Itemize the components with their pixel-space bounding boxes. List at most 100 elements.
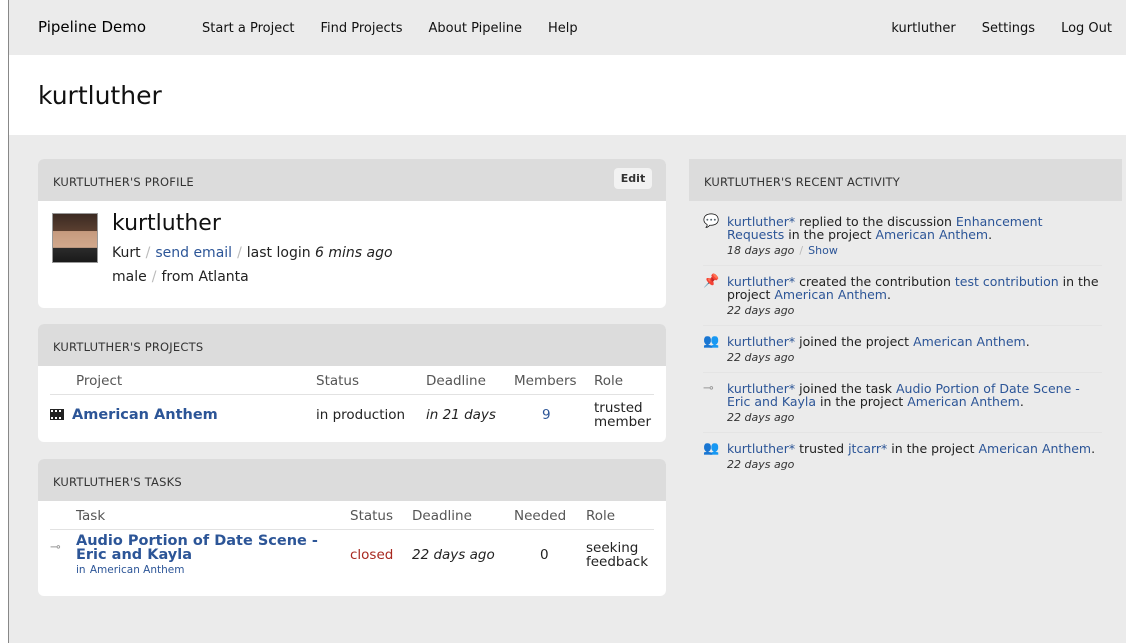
tasks-table-header: Task Status Deadline Needed Role: [50, 507, 654, 530]
top-nav: Pipeline Demo Start a Project Find Proje…: [9, 0, 1126, 55]
profile-location: from Atlanta: [161, 269, 249, 285]
list-item: 📌 kurtluther* created the contribution t…: [703, 275, 1102, 326]
task-deadline: 22 days ago: [412, 547, 495, 564]
col-task-role: Role: [586, 507, 654, 530]
task-icon: ⊸: [50, 539, 61, 555]
projects-table-header: Project Status Deadline Members Role: [50, 372, 654, 395]
activity-text: .: [1091, 441, 1096, 456]
last-login-label: last login: [246, 245, 311, 261]
nav-about[interactable]: About Pipeline: [429, 21, 522, 36]
page-title: kurtluther: [38, 81, 162, 110]
profile-panel-header: KURTLUTHER'S PROFILE Edit: [38, 159, 666, 201]
nav-left: Start a Project Find Projects About Pipe…: [202, 21, 578, 36]
activity-text: in the project: [816, 394, 908, 409]
activity-link-1[interactable]: jtcarr*: [848, 441, 887, 456]
edit-button[interactable]: Edit: [614, 168, 652, 189]
activity-text: .: [988, 227, 993, 242]
activity-when: 18 days ago: [727, 244, 795, 257]
list-item: ⊸ kurtluther* joined the task Audio Port…: [703, 382, 1102, 433]
profile-first-name: Kurt: [112, 245, 141, 261]
activity-when: 22 days ago: [727, 458, 795, 471]
col-task-deadline: Deadline: [412, 507, 514, 530]
activity-link-1[interactable]: test contribution: [955, 274, 1059, 289]
activity-text: trusted: [795, 441, 849, 456]
task-icon: ⊸: [703, 381, 714, 396]
task-link[interactable]: Audio Portion of Date Scene - Eric and Ka…: [76, 533, 318, 563]
projects-header-label: KURTLUTHER'S PROJECTS: [53, 340, 204, 354]
activity-panel-header: KURTLUTHER'S RECENT ACTIVITY: [689, 159, 1122, 201]
projects-panel-header: KURTLUTHER'S PROJECTS: [38, 324, 666, 366]
tasks-panel: KURTLUTHER'S TASKS Task Status Deadline …: [38, 459, 666, 596]
nav-find-projects[interactable]: Find Projects: [320, 21, 402, 36]
project-deadline: in 21 days: [426, 407, 496, 424]
tasks-header-label: KURTLUTHER'S TASKS: [53, 475, 182, 489]
show-link[interactable]: Show: [808, 244, 838, 257]
task-role: seeking feedback: [586, 529, 654, 581]
activity-panel: KURTLUTHER'S RECENT ACTIVITY 💬 kurtluthe…: [689, 159, 1122, 499]
col-project: Project: [50, 372, 316, 395]
list-item: 💬 kurtluther* replied to the discussion …: [703, 215, 1102, 266]
activity-text: .: [1025, 334, 1030, 349]
nav-help[interactable]: Help: [548, 21, 578, 36]
project-status: in production: [316, 407, 406, 424]
people-icon: 👥: [703, 441, 720, 456]
brand-link[interactable]: Pipeline Demo: [38, 18, 146, 36]
profile-header-label: KURTLUTHER'S PROFILE: [53, 175, 194, 189]
people-icon: 👥: [703, 334, 720, 349]
activity-text: in the project: [784, 227, 876, 242]
task-cell: ⊸ Audio Portion of Date Scene - Eric and …: [50, 529, 350, 581]
task-project-link[interactable]: American Anthem: [90, 564, 185, 576]
app-frame: Pipeline Demo Start a Project Find Proje…: [8, 0, 1126, 643]
activity-text: joined the project: [795, 334, 914, 349]
role-line-2: member: [594, 414, 652, 431]
projects-table: Project Status Deadline Members Role Ame…: [50, 372, 654, 436]
tasks-panel-header: KURTLUTHER'S TASKS: [38, 459, 666, 501]
activity-link-2[interactable]: American Anthem: [774, 287, 887, 302]
profile-line-1: Kurt / send email / last login 6 mins ago: [112, 245, 393, 261]
projects-panel: KURTLUTHER'S PROJECTS Project Status Dea…: [38, 324, 666, 442]
activity-text: .: [1019, 394, 1024, 409]
title-bar: kurtluther: [9, 55, 1126, 135]
col-task-status: Status: [350, 507, 412, 530]
activity-when: 22 days ago: [727, 351, 795, 364]
project-link[interactable]: American Anthem: [72, 407, 218, 423]
task-name-line-2: Eric and Kayla: [76, 546, 192, 563]
activity-list: 💬 kurtluther* replied to the discussion …: [703, 215, 1102, 488]
col-members: Members: [514, 372, 594, 395]
col-role: Role: [594, 372, 654, 395]
film-icon: [50, 409, 64, 421]
list-item: 👥 kurtluther* trusted jtcarr* in the pro…: [703, 442, 1102, 479]
members-link[interactable]: 9: [542, 407, 551, 423]
activity-link-2[interactable]: American Anthem: [978, 441, 1091, 456]
col-status: Status: [316, 372, 426, 395]
activity-link-2[interactable]: American Anthem: [875, 227, 988, 242]
activity-user-link[interactable]: kurtluther*: [727, 441, 795, 456]
profile-panel: KURTLUTHER'S PROFILE Edit kurtluther Kur…: [38, 159, 666, 308]
discussion-icon: 💬: [703, 214, 720, 229]
col-needed: Needed: [514, 507, 586, 530]
nav-right: kurtluther Settings Log Out: [891, 21, 1112, 36]
activity-user-link[interactable]: kurtluther*: [727, 334, 795, 349]
task-status: closed: [350, 547, 394, 564]
pin-icon: 📌: [703, 274, 720, 289]
tasks-table: Task Status Deadline Needed Role ⊸ Audio…: [50, 507, 654, 581]
project-role: trusted member: [594, 394, 654, 436]
activity-link-2[interactable]: American Anthem: [907, 394, 1020, 409]
list-item: 👥 kurtluther* joined the project America…: [703, 335, 1102, 373]
col-deadline: Deadline: [426, 372, 514, 395]
nav-start-project[interactable]: Start a Project: [202, 21, 294, 36]
send-email-link[interactable]: send email: [155, 245, 232, 261]
task-in-label: in: [76, 563, 86, 576]
profile-username: kurtluther: [112, 211, 221, 236]
project-cell: American Anthem: [50, 394, 316, 436]
nav-settings[interactable]: Settings: [982, 21, 1035, 36]
profile-line-2: male / from Atlanta: [112, 269, 249, 285]
nav-user[interactable]: kurtluther: [891, 21, 955, 36]
table-row: American Anthem in production in 21 days…: [50, 394, 654, 436]
task-role-line-2: feedback: [586, 554, 649, 571]
activity-time: 18 days ago / Show: [727, 244, 838, 257]
activity-header-label: KURTLUTHER'S RECENT ACTIVITY: [704, 175, 900, 189]
nav-logout[interactable]: Log Out: [1061, 21, 1112, 36]
activity-link-1[interactable]: American Anthem: [913, 334, 1026, 349]
col-task: Task: [50, 507, 350, 530]
